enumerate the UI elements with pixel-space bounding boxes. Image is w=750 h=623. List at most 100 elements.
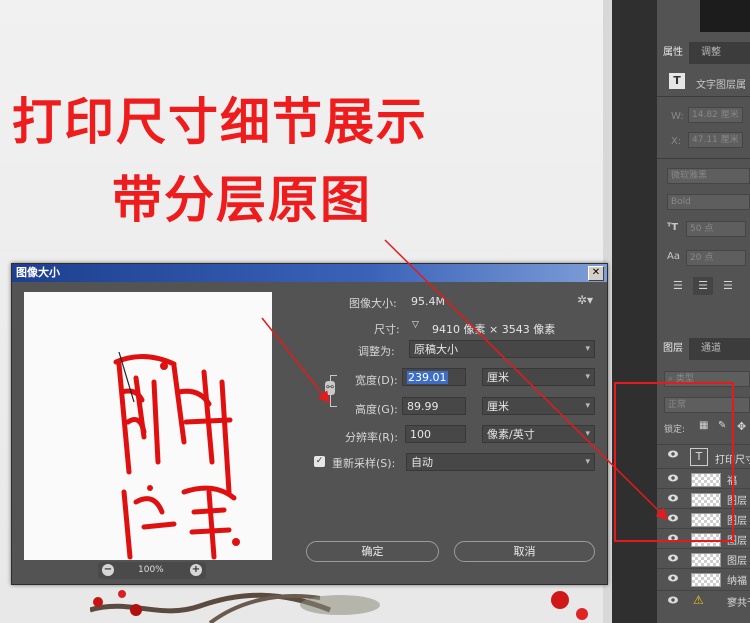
layer-row[interactable]: T 打印尺寸 <box>657 444 750 469</box>
banner-line-1: 打印尺寸细节展示 <box>12 93 428 151</box>
align-center-icon[interactable]: ☰ <box>693 277 713 295</box>
layer-row[interactable]: 福 <box>657 468 750 489</box>
tab-properties[interactable]: 属性 <box>657 42 689 64</box>
layer-row[interactable]: 纳福 <box>657 568 750 589</box>
lock-label: 锁定: <box>664 425 686 435</box>
eye-icon[interactable] <box>668 514 678 522</box>
width-unit-select[interactable]: 厘米 ▾ <box>482 368 595 386</box>
zoom-value: 100% <box>138 565 164 575</box>
width-unit: 厘米 <box>487 371 509 384</box>
navigator-thumbnail <box>700 0 750 32</box>
canvas-artwork-branches <box>90 590 588 623</box>
panel-collapse-strip <box>612 0 657 623</box>
layer-filter-field[interactable]: ⌕ 类型 <box>664 371 750 387</box>
chevron-down-icon: ▾ <box>585 372 590 382</box>
seal-preview-artwork <box>113 351 240 560</box>
chevron-down-icon: ▾ <box>585 344 590 354</box>
gear-icon[interactable]: ✲▾ <box>577 293 593 307</box>
image-size-label: 图像大小: <box>349 297 397 310</box>
dimensions-value: 9410 像素 × 3543 像素 <box>432 323 556 336</box>
layer-name: 图层 <box>727 496 747 507</box>
width-label: 宽度(D): <box>355 374 398 387</box>
layer-row[interactable]: 图层 <box>657 508 750 529</box>
layer-thumbnail <box>691 493 721 507</box>
layer-name: 图层 <box>727 556 747 567</box>
layers-tabbar: 图层 通道 <box>657 338 750 360</box>
x-label: X: <box>671 136 682 147</box>
image-size-dialog: 图像大小 ✕ − 100% + 图像大小: 95.4M ✲▾ 尺寸: ▽ 941… <box>11 263 608 585</box>
eye-icon[interactable] <box>668 450 678 458</box>
filter-label: 类型 <box>675 374 694 384</box>
text-layer-icon: T <box>669 73 685 89</box>
layer-name: 福 <box>727 476 737 487</box>
layer-row[interactable]: 图层 <box>657 528 750 549</box>
eye-icon[interactable] <box>668 554 678 562</box>
lock-move-icon[interactable]: ✥ <box>737 420 746 433</box>
layer-name: 寥共千里 <box>727 598 750 609</box>
height-label: 高度(G): <box>355 403 398 416</box>
resample-select[interactable]: 自动 ▾ <box>406 453 595 471</box>
cancel-button[interactable]: 取消 <box>454 541 595 562</box>
resolution-input[interactable]: 100 <box>405 425 466 443</box>
layer-thumbnail <box>691 553 721 567</box>
dimensions-dropdown-icon[interactable]: ▽ <box>412 320 419 330</box>
leading-field[interactable]: 20 点 <box>686 250 746 266</box>
layer-name: 打印尺寸 <box>715 455 750 466</box>
font-size-field[interactable]: 50 点 <box>686 221 746 237</box>
properties-tabbar: 属性 调整 <box>657 42 750 64</box>
blend-mode-select[interactable]: 正常 <box>664 397 750 413</box>
eye-icon[interactable] <box>668 596 678 604</box>
zoom-in-icon[interactable]: + <box>190 564 202 576</box>
eye-icon[interactable] <box>668 534 678 542</box>
layer-thumbnail <box>691 533 721 547</box>
resample-checkbox[interactable]: ✓ <box>314 456 325 467</box>
resample-value: 自动 <box>411 456 433 469</box>
close-icon[interactable]: ✕ <box>588 266 604 281</box>
eye-icon[interactable] <box>668 574 678 582</box>
leading-icon: Aa <box>667 251 680 262</box>
layer-row[interactable]: ⚠ 寥共千里 <box>657 590 750 611</box>
align-left-icon[interactable]: ☰ <box>673 279 683 292</box>
height-unit-select[interactable]: 厘米 ▾ <box>482 397 595 415</box>
layer-row[interactable]: 图层 <box>657 548 750 569</box>
width-input[interactable]: 239.01 <box>402 368 466 386</box>
dialog-titlebar[interactable]: 图像大小 ✕ <box>12 264 607 282</box>
zoom-out-icon[interactable]: − <box>102 564 114 576</box>
resolution-unit: 像素/英寸 <box>487 428 535 441</box>
x-field[interactable]: 47.11 厘米 <box>688 132 743 148</box>
align-right-icon[interactable]: ☰ <box>723 279 733 292</box>
lock-brush-icon[interactable]: ✎ <box>718 420 726 431</box>
layer-name: 图层 <box>727 516 747 527</box>
resolution-label: 分辨率(R): <box>345 431 398 444</box>
eye-icon[interactable] <box>668 474 678 482</box>
properties-divider <box>657 96 750 97</box>
fit-to-select[interactable]: 原稿大小 ▾ <box>409 340 595 358</box>
resolution-unit-select[interactable]: 像素/英寸 ▾ <box>482 425 595 443</box>
layer-thumbnail <box>691 513 721 527</box>
eye-icon[interactable] <box>668 494 678 502</box>
properties-divider-2 <box>657 158 750 159</box>
layer-row[interactable]: 图层 <box>657 488 750 509</box>
dimensions-label: 尺寸: <box>374 323 400 336</box>
font-style-field[interactable]: Bold <box>667 194 750 210</box>
tab-layers[interactable]: 图层 <box>657 338 689 360</box>
layer-thumbnail <box>691 573 721 587</box>
chevron-down-icon: ▾ <box>585 429 590 439</box>
layer-name: 图层 <box>727 536 747 547</box>
fit-to-value: 原稿大小 <box>414 343 458 356</box>
warning-icon: ⚠ <box>693 593 704 607</box>
chevron-down-icon: ▾ <box>585 457 590 467</box>
w-label: W: <box>671 111 684 122</box>
font-family-field[interactable]: 微软雅黑 <box>667 168 750 184</box>
font-size-icon: ᵀT <box>667 222 679 233</box>
search-icon: ⌕ <box>668 374 676 384</box>
image-preview[interactable]: − 100% + <box>24 292 272 579</box>
height-input[interactable]: 89.99 <box>402 397 466 415</box>
ok-button[interactable]: 确定 <box>306 541 439 562</box>
lock-transparent-icon[interactable]: ▦ <box>699 420 708 431</box>
banner-line-2: 带分层原图 <box>112 171 372 229</box>
tab-channels[interactable]: 通道 <box>695 338 727 360</box>
constrain-link-icon[interactable]: ⚯ <box>325 381 335 395</box>
tab-adjustments[interactable]: 调整 <box>695 42 727 64</box>
w-field[interactable]: 14.82 厘米 <box>688 107 743 123</box>
